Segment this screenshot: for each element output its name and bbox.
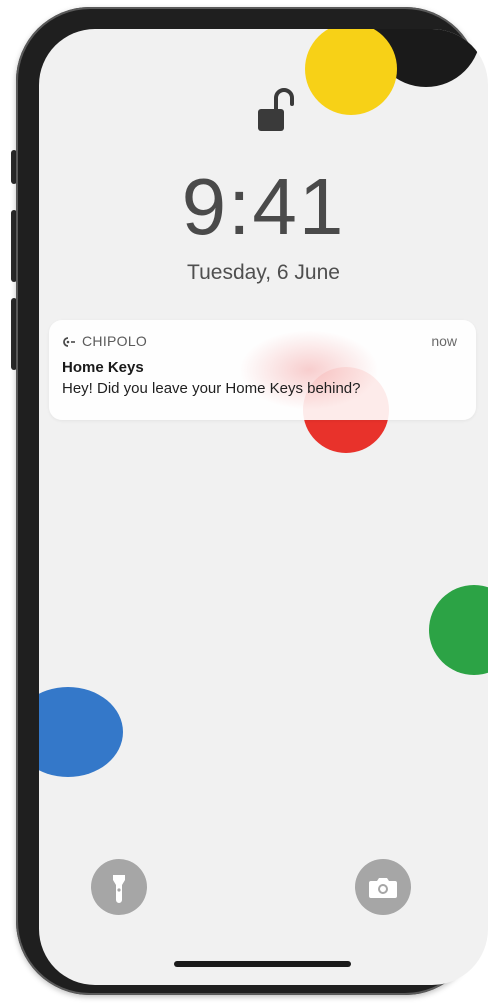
wallpaper-yellow-dot xyxy=(305,29,397,115)
home-indicator[interactable] xyxy=(174,961,351,967)
phone-frame: 9:41 Tuesday, 6 June CHIPOLO now Home Ke… xyxy=(16,7,488,995)
phone-mockup: 9:41 Tuesday, 6 June CHIPOLO now Home Ke… xyxy=(0,0,491,1004)
camera-button[interactable] xyxy=(355,859,411,915)
notification-title: Home Keys xyxy=(62,359,144,376)
lock-screen-time: 9:41 xyxy=(181,162,346,251)
lock-screen-date: Tuesday, 6 June xyxy=(187,261,340,284)
camera-icon xyxy=(369,878,397,898)
lock-screen[interactable]: 9:41 Tuesday, 6 June CHIPOLO now Home Ke… xyxy=(39,29,488,985)
chipolo-app-icon xyxy=(63,337,75,347)
wallpaper-blue-dot xyxy=(39,687,123,777)
notification-app-name: CHIPOLO xyxy=(82,333,148,349)
notification-card[interactable]: CHIPOLO now Home Keys Hey! Did you leave… xyxy=(49,320,476,420)
flashlight-icon xyxy=(113,875,125,903)
notification-glow xyxy=(239,330,379,410)
notification-time: now xyxy=(431,333,457,349)
unlocked-padlock-icon xyxy=(258,88,294,131)
notification-body: Hey! Did you leave your Home Keys behind… xyxy=(62,380,361,397)
wallpaper-green-dot xyxy=(429,585,488,675)
flashlight-button[interactable] xyxy=(91,859,147,915)
